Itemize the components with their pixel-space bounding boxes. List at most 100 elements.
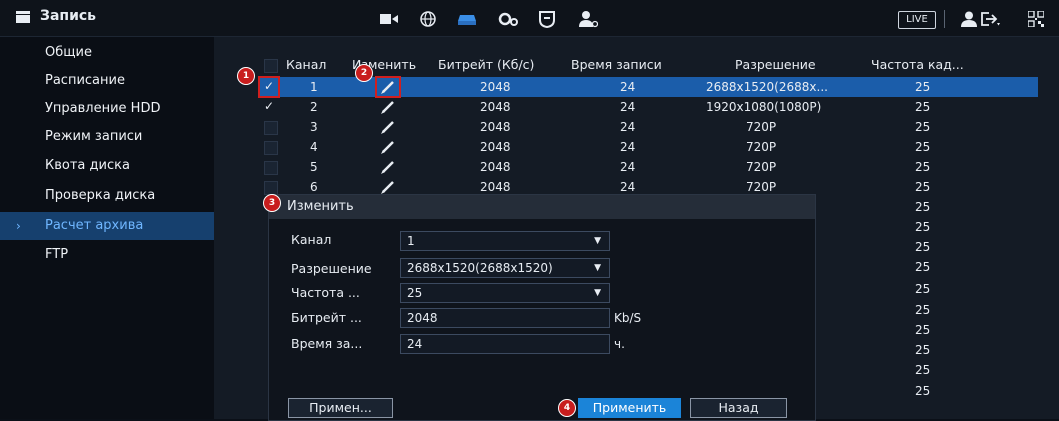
cell-fps: 25 xyxy=(915,260,931,274)
account-icon[interactable] xyxy=(576,9,600,29)
sidebar-item-disk-quota[interactable]: Квота диска xyxy=(0,152,214,180)
cell-bitrate: 2048 xyxy=(480,120,511,134)
row-checkbox[interactable] xyxy=(264,161,278,175)
sidebar-item-archive-calc[interactable]: › Расчет архива xyxy=(0,212,214,240)
cell-fps: 25 xyxy=(915,220,931,234)
edit-pencil-icon[interactable] xyxy=(381,180,395,194)
time-value: 24 xyxy=(407,337,423,351)
sidebar-item-label: Управление HDD xyxy=(45,101,161,116)
bitrate-input[interactable]: 2048 xyxy=(400,308,610,328)
table-row[interactable]: ✓ 2 2048 24 1920x1080(1080P) 25 xyxy=(258,97,1038,117)
cell-resolution: 1920x1080(1080P) xyxy=(706,100,822,114)
resolution-select[interactable]: 2688x1520(2688x1520) ▼ xyxy=(400,258,610,278)
security-icon[interactable] xyxy=(535,9,559,29)
record-menu-icon xyxy=(16,11,30,23)
edit-pencil-icon[interactable] xyxy=(381,100,395,114)
sidebar-item-label: Общие xyxy=(45,45,92,60)
sidebar: Общие Расписание Управление HDD Режим за… xyxy=(0,37,214,419)
step-marker-1: 1 xyxy=(237,67,255,85)
cell-bitrate: 2048 xyxy=(480,80,511,94)
time-unit: ч. xyxy=(614,337,625,351)
row-checkbox[interactable] xyxy=(264,181,278,195)
apply-button[interactable]: Применить xyxy=(578,398,681,418)
cell-fps: 25 xyxy=(915,240,931,254)
top-bar: Запись LIVE xyxy=(0,0,1059,37)
chevron-right-icon: › xyxy=(16,219,21,233)
cell-channel: 5 xyxy=(310,160,318,174)
cell-fps: 25 xyxy=(915,160,931,174)
step-marker-2: 2 xyxy=(355,64,373,82)
cell-resolution: 2688x1520(2688x... xyxy=(706,80,828,94)
cell-fps: 25 xyxy=(915,303,931,317)
channel-value: 1 xyxy=(407,234,415,248)
table-row[interactable]: 4 2048 24 720P 25 xyxy=(258,137,1038,157)
cell-channel: 4 xyxy=(310,140,318,154)
sidebar-item-disk-check[interactable]: Проверка диска xyxy=(0,182,214,210)
cell-fps: 25 xyxy=(915,343,931,357)
sidebar-item-label: Режим записи xyxy=(45,129,143,144)
sidebar-item-label: Расчет архива xyxy=(45,218,144,233)
page-title: Запись xyxy=(40,8,97,24)
column-header: Время записи xyxy=(571,57,662,72)
back-button[interactable]: Назад xyxy=(690,398,787,418)
settings-icon[interactable] xyxy=(496,9,520,29)
bitrate-value: 2048 xyxy=(407,311,438,325)
edit-pencil-icon[interactable] xyxy=(381,160,395,174)
column-header: Разрешение xyxy=(735,57,816,72)
sidebar-item-ftp[interactable]: FTP xyxy=(0,241,214,269)
time-label: Время за... xyxy=(291,336,363,351)
time-input[interactable]: 24 xyxy=(400,334,610,354)
highlight-edit xyxy=(375,76,401,98)
cell-fps: 25 xyxy=(915,120,931,134)
cell-fps: 25 xyxy=(915,180,931,194)
chevron-down-icon: ▼ xyxy=(594,263,601,273)
channel-select[interactable]: 1 ▼ xyxy=(400,231,610,251)
fps-label: Частота ... xyxy=(291,285,360,300)
bitrate-unit: Kb/S xyxy=(614,311,642,325)
cell-time: 24 xyxy=(620,140,636,154)
table-row[interactable]: 5 2048 24 720P 25 xyxy=(258,157,1038,177)
cell-bitrate: 2048 xyxy=(480,180,511,194)
cell-fps: 25 xyxy=(915,80,931,94)
column-header: Канал xyxy=(286,57,327,72)
resolution-value: 2688x1520(2688x1520) xyxy=(407,261,553,275)
table-row[interactable]: 3 2048 24 720P 25 xyxy=(258,117,1038,137)
sidebar-item-schedule[interactable]: Расписание xyxy=(0,67,214,95)
select-all-checkbox[interactable] xyxy=(264,59,278,73)
sidebar-item-label: Квота диска xyxy=(45,158,130,173)
edit-pencil-icon[interactable] xyxy=(381,120,395,134)
cell-fps: 25 xyxy=(915,140,931,154)
checkbox-checked-icon[interactable]: ✓ xyxy=(264,99,274,113)
qr-icon[interactable] xyxy=(1024,9,1048,29)
storage-icon[interactable] xyxy=(455,9,479,29)
step-marker-3: 3 xyxy=(263,194,281,212)
edit-pencil-icon[interactable] xyxy=(381,140,395,154)
record-icon[interactable] xyxy=(377,9,401,29)
cell-channel: 1 xyxy=(310,80,318,94)
sidebar-item-label: Проверка диска xyxy=(45,188,156,203)
edit-dialog: Изменить Канал 1 ▼ Разрешение 2688x1520(… xyxy=(268,194,816,421)
sidebar-item-hdd-manage[interactable]: Управление HDD xyxy=(0,95,214,123)
row-checkbox[interactable] xyxy=(264,141,278,155)
cell-time: 24 xyxy=(620,80,636,94)
apply-all-button[interactable]: Примен... xyxy=(288,398,393,418)
cell-time: 24 xyxy=(620,160,636,174)
sidebar-item-record-mode[interactable]: Режим записи xyxy=(0,123,214,151)
cell-channel: 6 xyxy=(310,180,318,194)
network-icon[interactable] xyxy=(416,9,440,29)
cell-time: 24 xyxy=(620,120,636,134)
cell-channel: 3 xyxy=(310,120,318,134)
sidebar-item-label: FTP xyxy=(45,247,69,262)
live-button[interactable]: LIVE xyxy=(898,11,936,29)
bitrate-label: Битрейт ... xyxy=(291,310,362,325)
chevron-down-icon: ▼ xyxy=(594,288,601,298)
cell-resolution: 720P xyxy=(746,160,777,174)
sidebar-item-label: Расписание xyxy=(45,73,125,88)
logout-icon[interactable] xyxy=(978,9,1002,29)
chevron-down-icon: ▼ xyxy=(594,236,601,246)
sidebar-item-general[interactable]: Общие xyxy=(0,39,214,67)
cell-time: 24 xyxy=(620,180,636,194)
column-header: Частота кад... xyxy=(871,57,964,72)
fps-select[interactable]: 25 ▼ xyxy=(400,283,610,303)
row-checkbox[interactable] xyxy=(264,121,278,135)
